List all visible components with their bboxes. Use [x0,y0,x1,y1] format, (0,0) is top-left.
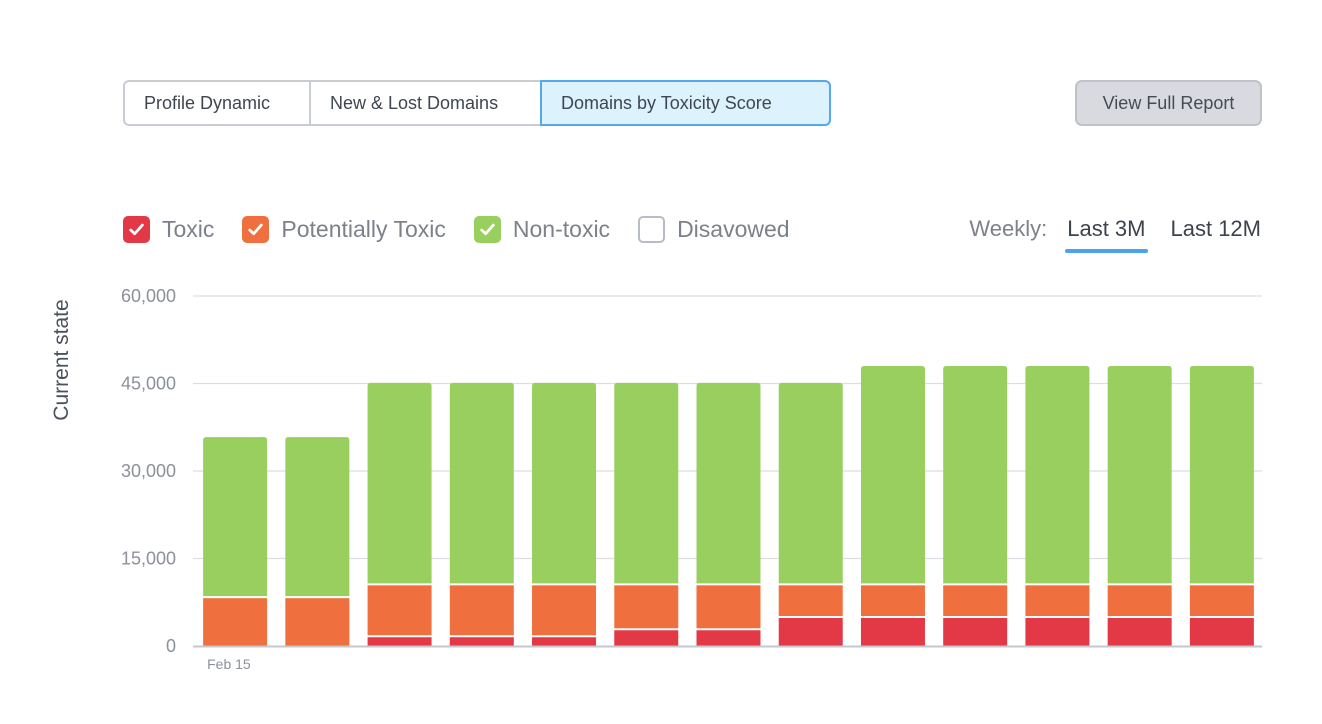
bar-segment-non-toxic [203,437,268,597]
bar-segment-potentially-toxic [1107,585,1172,616]
bar-segment-non-toxic [1107,366,1172,584]
bar-segment-non-toxic [367,382,432,584]
bar-segment-non-toxic [696,382,761,584]
y-tick-label: 45,000 [121,374,176,394]
bar-segment-potentially-toxic [696,585,761,629]
x-tick-label: Feb 15 [207,656,251,672]
bar-segment-non-toxic [614,382,679,584]
bar-segment-potentially-toxic [614,585,679,629]
bar-segment-non-toxic [1025,366,1090,584]
bar-segment-potentially-toxic [449,585,514,636]
bar-segment-potentially-toxic [943,585,1008,616]
bar-segment-potentially-toxic [778,585,843,616]
bar-segment-non-toxic [778,382,843,584]
bar-segment-potentially-toxic [367,585,432,636]
bar-segment-toxic [860,618,925,646]
bar-segment-potentially-toxic [1025,585,1090,616]
bar-segment-toxic [1189,618,1254,646]
y-tick-label: 30,000 [121,461,176,481]
y-tick-label: 60,000 [121,286,176,306]
bar-segment-toxic [778,618,843,646]
bar-segment-non-toxic [532,382,597,584]
bar-segment-potentially-toxic [285,598,350,646]
y-tick-label: 0 [166,636,176,656]
bar-segment-potentially-toxic [203,598,268,646]
bar-segment-non-toxic [860,366,925,584]
bar-segment-toxic [449,637,514,646]
bar-segment-toxic [614,630,679,646]
y-tick-label: 15,000 [121,549,176,569]
tab-domains-by-toxicity-score[interactable]: Domains by Toxicity Score [540,80,831,126]
bar-segment-toxic [1107,618,1172,646]
bar-segment-non-toxic [1189,366,1254,584]
bar-segment-non-toxic [285,437,350,597]
bar-segment-toxic [367,637,432,646]
bar-segment-potentially-toxic [532,585,597,636]
bar-segment-toxic [1025,618,1090,646]
bar-segment-non-toxic [449,382,514,584]
bar-segment-toxic [696,630,761,646]
bar-segment-toxic [532,637,597,646]
bar-segment-potentially-toxic [860,585,925,616]
bar-segment-potentially-toxic [1189,585,1254,616]
bar-segment-toxic [943,618,1008,646]
bar-segment-non-toxic [943,366,1008,584]
